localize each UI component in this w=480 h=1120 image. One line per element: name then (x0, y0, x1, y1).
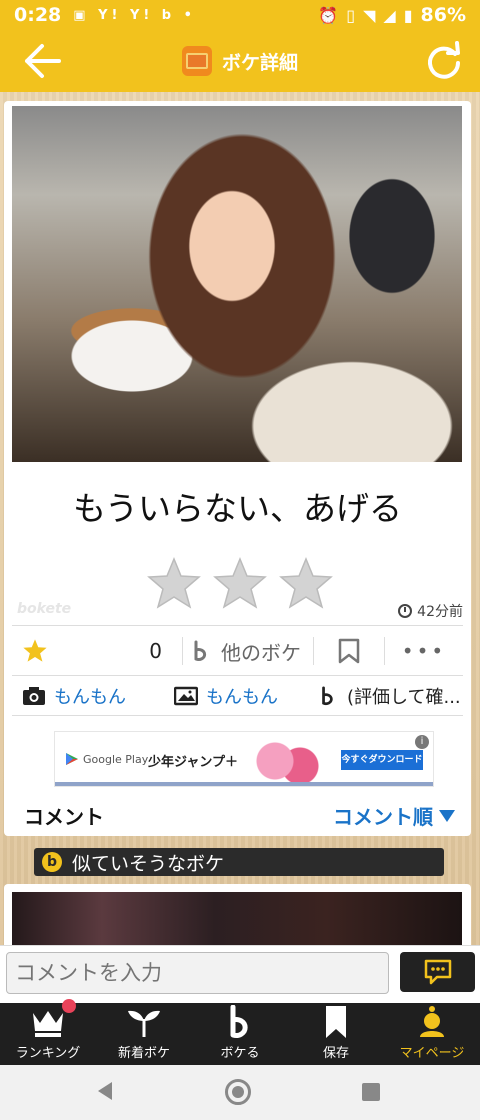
status-bar: 0:28 ▣ Y! Y! b • ⏰ ▯ ◥ ◢ ▮ 86% (0, 0, 480, 30)
boke-detail-icon (181, 46, 212, 76)
boke-photo[interactable] (12, 106, 462, 462)
tab-post-boke[interactable]: ボケる (192, 1003, 288, 1065)
google-play-icon (66, 753, 78, 765)
comments-label: コメント (24, 805, 104, 829)
signal-icon: ◢ (383, 5, 396, 25)
send-comment-button[interactable] (400, 952, 475, 992)
ad-title: 少年ジャンプ＋ (148, 755, 238, 770)
ad-download-button[interactable]: 今すぐダウンロード (341, 750, 423, 770)
bookmark-button[interactable] (314, 638, 384, 664)
similar-boke-label: 似ていそうなボケ (72, 852, 225, 875)
time-ago: 42分前 (417, 604, 463, 620)
bottom-tab-bar: ランキング 新着ボケ ボケる 保存 マイページ (0, 999, 480, 1065)
other-boke-label: 他のボケ (221, 640, 301, 665)
ad-banner[interactable]: Google Play 少年ジャンプ＋ 今すぐダウンロード i (54, 731, 434, 787)
star-count: 0 (149, 639, 162, 663)
comment-input-bar (0, 945, 480, 1004)
credits-row: もんもん もんもん (評価して確... (12, 679, 463, 713)
similar-boke-card[interactable] (4, 884, 471, 954)
user-figure-icon (420, 1006, 444, 1037)
back-arrow-icon[interactable] (22, 42, 62, 80)
nav-home-icon[interactable] (225, 1079, 251, 1105)
app-bar: ボケ詳細 (0, 30, 480, 92)
divider (12, 715, 463, 716)
camera-icon (23, 687, 45, 705)
battery-level: 86% (420, 4, 466, 26)
crown-icon (33, 1011, 63, 1037)
vibrate-icon: ▯ (346, 5, 356, 25)
action-row: 0 他のボケ ••• (12, 628, 463, 674)
boke-b-icon (230, 1005, 248, 1038)
google-play-badge: Google Play (65, 752, 148, 766)
system-nav-bar (0, 1065, 480, 1120)
triangle-down-icon (439, 809, 455, 822)
tab-saved[interactable]: 保存 (288, 1003, 384, 1065)
photo-author[interactable]: もんもん (12, 683, 174, 709)
rating-stars (146, 556, 334, 612)
clock-icon (398, 604, 413, 618)
ad-info-icon[interactable]: i (415, 735, 429, 749)
tab-my-page[interactable]: マイページ (384, 1003, 480, 1065)
image-icon (174, 686, 198, 706)
boke-card: もういらない、あげる bokete 42分前 0 他のボケ ••• もんもん も… (4, 101, 471, 836)
comment-input[interactable] (6, 952, 389, 994)
post-time: 42分前 (398, 601, 463, 621)
bokete-watermark: bokete (17, 601, 72, 617)
sprout-icon (128, 1010, 160, 1037)
tab-ranking[interactable]: ランキング (0, 999, 96, 1065)
comment-sort-button[interactable]: コメント順 (333, 801, 455, 830)
speech-bubble-icon (424, 959, 451, 985)
bookmark-icon (338, 638, 360, 664)
battery-icon: ▮ (403, 5, 413, 25)
rate-star-1-icon[interactable] (146, 556, 202, 612)
status-time: 0:28 (14, 4, 62, 26)
boke-b-icon: b (42, 852, 62, 872)
star-count-icon[interactable] (12, 638, 82, 664)
page-title: ボケ詳細 (221, 51, 298, 74)
boke-b-icon (322, 686, 333, 706)
ad-character-image (245, 736, 325, 786)
image-author[interactable]: もんもん (174, 683, 319, 709)
boke-author[interactable]: (評価して確... (319, 683, 461, 709)
divider (12, 625, 463, 626)
divider (12, 675, 463, 676)
similar-boke-header: b 似ていそうなボケ (34, 848, 444, 876)
nav-back-icon[interactable] (96, 1081, 114, 1101)
boke-caption: もういらない、あげる (72, 489, 402, 528)
alarm-icon: ⏰ (318, 5, 339, 25)
comments-header: コメント コメント順 (12, 801, 463, 830)
rate-star-3-icon[interactable] (278, 556, 334, 612)
notification-badge (62, 999, 76, 1013)
notification-icons: ▣ Y! Y! b • (73, 7, 196, 23)
rate-star-2-icon[interactable] (212, 556, 268, 612)
reload-icon[interactable] (424, 41, 464, 81)
tab-new-boke[interactable]: 新着ボケ (96, 1003, 192, 1065)
bookmark-icon (326, 1006, 346, 1038)
other-boke-button[interactable]: 他のボケ (183, 637, 313, 666)
wifi-icon: ◥ (363, 5, 376, 25)
boke-b-icon (194, 640, 207, 661)
more-options-button[interactable]: ••• (385, 639, 463, 663)
nav-recents-icon[interactable] (362, 1083, 380, 1101)
